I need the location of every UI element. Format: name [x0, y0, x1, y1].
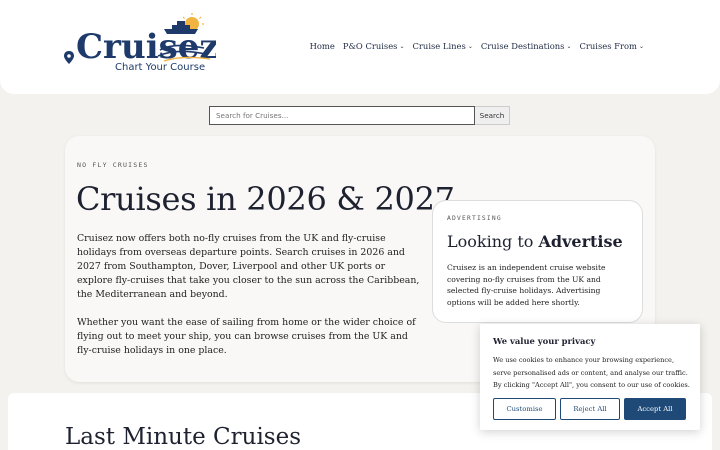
section-title: Last Minute Cruises [65, 424, 302, 450]
nav-item-label: Cruise Lines [412, 41, 466, 51]
ad-text: Cruisez is an independent cruise website… [447, 263, 606, 307]
site-header: Cruisez Chart Your Course Home P&O Cruis… [0, 0, 720, 94]
nav-item-home[interactable]: Home [310, 41, 335, 51]
ad-title-prefix: Looking to [447, 232, 539, 251]
hero-paragraph-1: Cruisez now offers both no-fly cruises f… [77, 233, 420, 300]
chevron-down-icon: ⌄ [638, 42, 644, 50]
nav-item-label: Cruises From [579, 41, 637, 51]
reject-all-button[interactable]: Reject All [560, 398, 620, 420]
map-pin-icon [64, 51, 74, 64]
nav-item-label: Cruise Destinations [480, 41, 565, 51]
search-button[interactable]: Search [475, 106, 510, 125]
nav-item-cruise-lines[interactable]: Cruise Lines ⌄ [413, 41, 473, 51]
advertising-box: ADVERTISING Looking to Advertise Cruisez… [432, 200, 643, 323]
hero-eyebrow: NO FLY CRUISES [77, 161, 149, 169]
logo-graphic: Cruisez [64, 13, 216, 67]
chevron-down-icon: ⌄ [566, 42, 572, 50]
cookie-buttons: Customise Reject All Accept All [493, 398, 690, 420]
customise-button[interactable]: Customise [493, 398, 556, 420]
nav-item-label: Home [309, 41, 335, 51]
logo-tagline: Chart Your Course [115, 62, 206, 73]
nav-item-cruise-destinations[interactable]: Cruise Destinations ⌄ [481, 41, 572, 51]
cookie-text: We use cookies to enhance your browsing … [493, 356, 690, 389]
nav-item-label: P&O Cruises [342, 41, 398, 51]
cookie-consent-banner: We value your privacy We use cookies to … [480, 324, 700, 430]
search-input[interactable] [209, 106, 475, 125]
page-title: Cruises in 2026 & 2027 [76, 180, 455, 218]
chevron-down-icon: ⌄ [399, 42, 405, 50]
nav-item-po-cruises[interactable]: P&O Cruises ⌄ [343, 41, 405, 51]
chevron-down-icon: ⌄ [467, 42, 473, 50]
search-bar: Search [209, 106, 510, 125]
hero-paragraph-2: Whether you want the ease of sailing fro… [77, 317, 416, 356]
accept-all-button[interactable]: Accept All [624, 398, 686, 420]
cookie-title: We value your privacy [493, 336, 596, 346]
ad-eyebrow: ADVERTISING [447, 215, 502, 222]
nav-item-cruises-from[interactable]: Cruises From ⌄ [579, 41, 644, 51]
ad-title-bold: Advertise [538, 232, 623, 251]
main-nav: Home P&O Cruises ⌄ Cruise Lines ⌄ Cruise… [302, 41, 644, 51]
ad-title: Looking to Advertise [447, 232, 623, 251]
site-logo[interactable]: Cruisez Chart Your Course [64, 12, 216, 84]
